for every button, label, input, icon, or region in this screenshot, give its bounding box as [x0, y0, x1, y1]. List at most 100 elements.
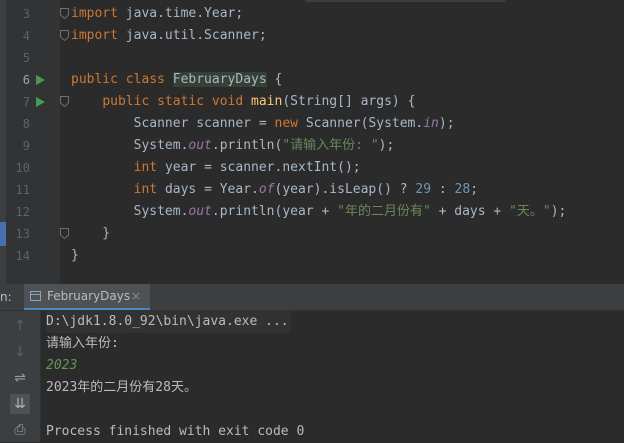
code-editor[interactable]: 3 import java.time.Year; 4 import java.util…: [0, 0, 624, 284]
code-token: import: [71, 6, 118, 21]
code-token: );: [550, 204, 567, 219]
code-token: import: [71, 28, 118, 43]
code-token: }: [71, 226, 111, 241]
line-number: 5: [22, 51, 30, 65]
code-token: java.util.Scanner;: [117, 28, 267, 43]
code-text: int days = Year.of(year).isLeap() ? 29 :…: [71, 179, 478, 201]
line-number: 13: [15, 227, 30, 241]
code-line[interactable]: 12 System.out.println(year + "年的二月份有" + …: [0, 201, 624, 223]
print-icon[interactable]: ⎙: [10, 420, 30, 440]
line-number: 7: [22, 95, 30, 109]
code-token: "请输入年份: ": [282, 138, 379, 153]
console-line: 2023: [46, 358, 78, 373]
code-token: System.: [71, 204, 189, 219]
top-scroll-indicator: [305, 0, 505, 2]
code-line[interactable]: 7 public static void main(String[] args)…: [0, 91, 624, 113]
code-text: int year = scanner.nextInt();: [71, 157, 361, 179]
code-token: year = scanner.nextInt();: [164, 160, 361, 175]
code-token: (year).isLeap() ?: [274, 182, 416, 197]
line-number: 14: [15, 249, 30, 263]
code-token: "天。": [509, 204, 551, 219]
code-token: FebruaryDays: [172, 72, 267, 87]
code-token: ;: [470, 182, 479, 197]
code-line[interactable]: 13 }: [0, 223, 624, 245]
code-token: of: [258, 182, 275, 197]
scroll-to-end-icon[interactable]: ⇊: [10, 394, 30, 414]
line-number: 6: [22, 73, 30, 87]
code-token: public class: [71, 72, 173, 87]
run-tab-bar: n: FebruaryDays ×: [0, 284, 624, 311]
code-token: .println(year +: [211, 204, 338, 219]
code-text: import java.time.Year;: [71, 3, 243, 25]
code-line[interactable]: 4 import java.util.Scanner;: [0, 25, 624, 47]
code-text: import java.util.Scanner;: [71, 25, 267, 47]
code-text: }: [71, 223, 110, 245]
code-text: System.out.println(year + "年的二月份有" + day…: [71, 201, 567, 223]
code-token: public static void: [102, 94, 252, 109]
code-text: public class FebruaryDays {: [71, 69, 282, 91]
run-label: n:: [0, 290, 12, 304]
fold-icon[interactable]: [60, 228, 69, 239]
code-token: }: [71, 248, 79, 263]
code-token: :: [431, 182, 455, 197]
code-line[interactable]: 11 int days = Year.of(year).isLeap() ? 2…: [0, 179, 624, 201]
run-gutter-icon[interactable]: [36, 75, 45, 85]
down-arrow-icon[interactable]: ↓: [10, 342, 30, 362]
console-line: Process finished with exit code 0: [46, 424, 305, 439]
run-panel: n: FebruaryDays × ↑ ↓ ⇌ ⇊ ⎙ D:\jdk1.8.0_92\b…: [0, 284, 624, 442]
code-token: in: [423, 116, 439, 131]
code-line[interactable]: 8 Scanner scanner = new Scanner(System.i…: [0, 113, 624, 135]
line-number: 4: [22, 29, 30, 43]
code-token: out: [188, 138, 212, 153]
code-token: Scanner(System.: [305, 116, 424, 131]
line-number: 12: [15, 205, 30, 219]
tab-title: FebruaryDays: [47, 289, 131, 303]
code-line[interactable]: 14}: [0, 245, 624, 267]
code-token: + days +: [430, 204, 510, 219]
console-line: D:\jdk1.8.0_92\bin\java.exe ...: [46, 311, 291, 333]
line-number: 8: [22, 117, 30, 131]
code-token: main: [251, 94, 283, 109]
line-number: 3: [22, 7, 30, 21]
code-text: }: [71, 245, 79, 267]
soft-wrap-icon[interactable]: ⇌: [10, 368, 30, 388]
code-token: (String[] args) {: [282, 94, 416, 109]
code-token: int: [133, 182, 165, 197]
code-token: );: [438, 116, 455, 131]
code-token: 28: [454, 182, 471, 197]
code-text: System.out.println("请输入年份: ");: [71, 135, 395, 157]
line-number: 10: [15, 161, 30, 175]
code-text: Scanner scanner = new Scanner(System.in)…: [71, 113, 455, 135]
console-line: 请输入年份:: [46, 336, 119, 351]
up-arrow-icon[interactable]: ↑: [10, 316, 30, 336]
console-line: 2023年的二月份有28天。: [46, 380, 197, 395]
code-line[interactable]: 9 System.out.println("请输入年份: ");: [0, 135, 624, 157]
code-token: {: [266, 72, 283, 87]
line-number: 11: [15, 183, 30, 197]
code-line[interactable]: 3 import java.time.Year;: [0, 3, 624, 25]
code-token: .println(: [211, 138, 283, 153]
fold-icon[interactable]: [60, 30, 69, 41]
code-token: "年的二月份有": [337, 204, 431, 219]
close-icon[interactable]: ×: [131, 284, 141, 309]
code-line[interactable]: 5: [0, 47, 624, 69]
code-text: public static void main(String[] args) {: [71, 91, 415, 113]
console-icon: [30, 291, 41, 301]
code-token: Scanner scanner =: [71, 116, 275, 131]
code-token: 29: [415, 182, 432, 197]
fold-icon[interactable]: [60, 8, 69, 19]
code-token: new: [274, 116, 306, 131]
code-token: );: [378, 138, 395, 153]
code-token: System.: [71, 138, 189, 153]
line-number: 9: [22, 139, 30, 153]
code-token: java.time.Year;: [117, 6, 244, 21]
fold-icon[interactable]: [60, 96, 69, 107]
code-token: out: [188, 204, 212, 219]
tab-februarydays[interactable]: FebruaryDays ×: [24, 284, 150, 310]
run-gutter-icon[interactable]: [36, 97, 45, 107]
code-line[interactable]: 10 int year = scanner.nextInt();: [0, 157, 624, 179]
code-line[interactable]: 6 public class FebruaryDays {: [0, 69, 624, 91]
